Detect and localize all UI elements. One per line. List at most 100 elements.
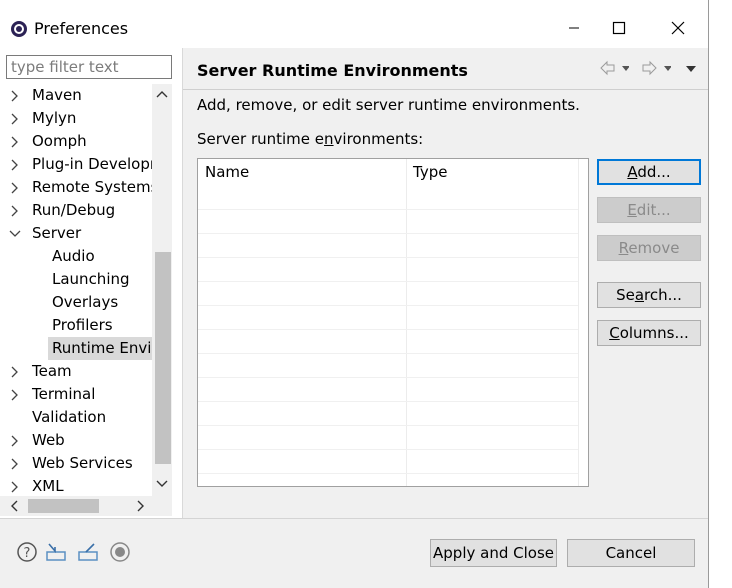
scroll-down-arrow-icon[interactable] [152,474,172,494]
mnemonic: a [634,286,645,304]
row-separator [198,473,578,474]
preference-tree: Maven Mylyn Oomph Plug-in Developm Remote Sy… [0,84,152,538]
chevron-right-icon[interactable] [8,176,22,199]
page-description: Add, remove, or edit server runtime envi… [197,96,580,114]
tree-item[interactable]: Run/Debug [11,199,119,222]
minimize-button[interactable] [552,10,596,46]
column-header-type[interactable]: Type [406,159,578,185]
row-separator [198,425,578,426]
chevron-right-icon[interactable] [8,153,22,176]
scroll-left-arrow-icon[interactable] [4,496,24,516]
tree-item[interactable]: Web [11,429,69,452]
tree-vertical-scrollbar[interactable] [152,84,172,496]
apply-and-close-button[interactable]: Apply and Close [430,539,557,567]
scroll-up-arrow-icon[interactable] [152,84,172,104]
column-divider [578,159,579,486]
row-separator [198,449,578,450]
forward-arrow-icon [642,60,671,76]
label-part: vironments: [333,130,424,148]
page-title: Server Runtime Environments [197,61,468,80]
row-separator [198,329,578,330]
tree-item[interactable]: Audio [48,245,99,268]
tree-item-label: Team [32,362,72,380]
chevron-right-icon[interactable] [8,475,22,498]
edit-button[interactable]: Edit... [597,197,701,223]
remove-button[interactable]: Remove [597,235,701,261]
forward-button[interactable] [641,58,671,78]
preferences-window: Preferences Maven Mylyn Oomph Plug-in Devel… [0,0,709,588]
maximize-button[interactable] [597,10,641,46]
filter-input[interactable] [6,55,172,79]
tree-item[interactable]: Terminal [11,383,99,406]
columns-button[interactable]: Columns... [597,320,701,346]
chevron-right-icon[interactable] [8,107,22,130]
title-bar: Preferences [0,0,708,48]
tree-item[interactable]: Server [9,222,85,245]
tree-item[interactable]: Plug-in Developm [11,153,152,176]
chevron-right-icon[interactable] [8,84,22,107]
chevron-right-icon[interactable] [8,360,22,383]
chevron-right-icon[interactable] [8,452,22,475]
button-label: emove [628,239,680,257]
row-separator [198,377,578,378]
tree-item-label: Run/Debug [32,201,116,219]
row-separator [198,281,578,282]
tree-item-label: Plug-in Developm [32,155,152,173]
tree-item-label: XML [32,477,64,495]
runtime-environments-table[interactable]: Name Type [197,158,589,487]
tree-item-label: Profilers [52,316,113,334]
row-separator [198,209,578,210]
record-icon[interactable] [109,541,131,563]
tree-item[interactable]: Profilers [48,314,117,337]
back-button[interactable] [599,58,629,78]
add-button[interactable]: Add... [597,159,701,185]
close-button[interactable] [656,10,700,46]
tree-item-label: Maven [32,86,82,104]
tree-item[interactable]: Team [11,360,76,383]
label-part: Server runtime e [197,130,325,148]
export-preferences-icon[interactable] [77,541,99,563]
eclipse-app-icon [11,21,27,37]
vertical-scroll-thumb[interactable] [155,252,171,464]
tree-item-label: Server [32,224,82,242]
tree-item[interactable]: Oomph [11,130,91,153]
tree-item-label: Terminal [32,385,96,403]
tree-item-label: Web [32,431,65,449]
tree-item[interactable]: Web Services [11,452,137,475]
search-button[interactable]: Search... [597,282,701,308]
minimize-icon [569,27,579,29]
row-separator [198,401,578,402]
close-icon [671,21,685,35]
tree-item-label: Audio [52,247,95,265]
svg-text:?: ? [24,546,31,561]
horizontal-scroll-thumb[interactable] [28,499,99,513]
tree-item[interactable]: Mylyn [11,107,80,130]
tree-item[interactable]: XML [11,475,68,498]
tree-item[interactable]: Runtime Envir [48,337,152,360]
tree-item-label: Web Services [32,454,133,472]
tree-item[interactable]: Launching [48,268,134,291]
tree-item-label: Runtime Envir [52,339,152,357]
button-label: Se [616,286,635,304]
mnemonic: A [627,163,638,181]
help-icon[interactable]: ? [16,541,38,563]
column-header-name[interactable]: Name [198,159,406,185]
chevron-right-icon[interactable] [8,383,22,406]
footer-separator [0,518,708,519]
chevron-right-icon[interactable] [8,429,22,452]
tree-item-label: Oomph [32,132,87,150]
tree-item[interactable]: Validation [28,406,110,429]
view-menu-button[interactable] [685,58,697,78]
tree-horizontal-scrollbar[interactable] [0,496,172,516]
import-preferences-icon[interactable] [45,541,67,563]
button-label: dit... [636,201,671,219]
scroll-right-arrow-icon[interactable] [131,496,151,516]
tree-item[interactable]: Remote Systems [11,176,152,199]
chevron-down-icon[interactable] [8,222,22,245]
chevron-right-icon[interactable] [8,199,22,222]
tree-item[interactable]: Maven [11,84,86,107]
cancel-button[interactable]: Cancel [567,539,695,567]
tree-item[interactable]: Overlays [48,291,122,314]
label-mnemonic: n [324,130,334,148]
chevron-right-icon[interactable] [8,130,22,153]
